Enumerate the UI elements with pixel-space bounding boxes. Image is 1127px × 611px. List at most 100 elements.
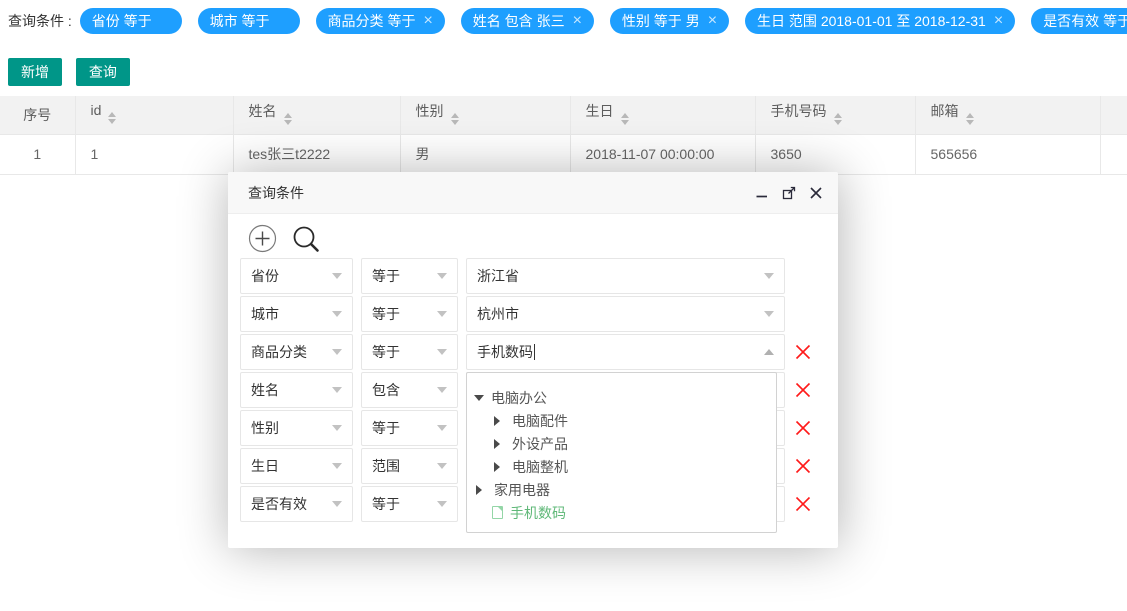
condition-field-select[interactable]: 是否有效 <box>240 486 353 522</box>
condition-operator-select[interactable]: 等于 <box>361 486 458 522</box>
sort-desc-icon[interactable] <box>834 120 842 129</box>
condition-field-select[interactable]: 省份 <box>240 258 353 294</box>
table-cell: 565656 <box>915 134 1100 174</box>
caret-down-icon <box>332 463 342 474</box>
delete-condition-icon[interactable] <box>793 494 813 514</box>
tree-node[interactable]: 家用电器 <box>467 478 776 501</box>
column-header[interactable]: id <box>75 96 233 134</box>
column-header[interactable]: 手机号码 <box>755 96 915 134</box>
condition-field-select[interactable]: 性别 <box>240 410 353 446</box>
dialog-window-controls <box>754 172 824 214</box>
sort-icon[interactable] <box>966 109 974 129</box>
column-header-label: 性别 <box>416 103 444 119</box>
tree-collapsed-icon[interactable] <box>494 439 505 449</box>
filter-tag[interactable]: 城市 等于 <box>198 8 300 34</box>
condition-field-select[interactable]: 商品分类 <box>240 334 353 370</box>
sort-desc-icon[interactable] <box>966 120 974 129</box>
tag-close-icon[interactable]: × <box>423 13 432 29</box>
column-header[interactable]: 生日 <box>570 96 755 134</box>
condition-operator-select[interactable]: 范围 <box>361 448 458 484</box>
add-button[interactable]: 新增 <box>8 58 62 86</box>
condition-operator-select-value: 范围 <box>372 458 400 474</box>
column-header[interactable]: 姓名 <box>233 96 400 134</box>
table-cell: tes张三t2222 <box>233 134 400 174</box>
tree-node[interactable]: 电脑办公 <box>467 386 776 409</box>
table-cell-filler <box>1100 134 1127 174</box>
column-header-label: id <box>91 102 102 118</box>
condition-value-select[interactable]: 浙江省 <box>466 258 785 294</box>
delete-condition-icon[interactable] <box>793 456 813 476</box>
condition-value-input[interactable]: 手机数码 <box>466 334 785 370</box>
tree-node[interactable]: 电脑整机 <box>467 455 776 478</box>
condition-field-select[interactable]: 城市 <box>240 296 353 332</box>
column-header[interactable]: 序号 <box>0 96 75 134</box>
caret-down-icon <box>332 273 342 284</box>
query-button[interactable]: 查询 <box>76 58 130 86</box>
tree-collapsed-icon[interactable] <box>494 462 505 472</box>
sort-asc-icon[interactable] <box>834 109 842 118</box>
sort-asc-icon[interactable] <box>451 109 459 118</box>
sort-asc-icon[interactable] <box>966 109 974 118</box>
sort-icon[interactable] <box>284 109 292 129</box>
tree-node[interactable]: 电脑配件 <box>467 409 776 432</box>
filter-tag-label: 性别 等于 男 <box>622 11 700 31</box>
sort-icon[interactable] <box>451 109 459 129</box>
caret-down-icon <box>437 463 447 474</box>
condition-operator-select[interactable]: 等于 <box>361 296 458 332</box>
tag-close-icon[interactable]: × <box>708 13 717 29</box>
sort-icon[interactable] <box>621 109 629 129</box>
condition-operator-select[interactable]: 包含 <box>361 372 458 408</box>
condition-value-select[interactable]: 杭州市 <box>466 296 785 332</box>
tree-node[interactable]: 手机数码 <box>467 501 776 524</box>
tag-close-icon[interactable]: × <box>994 13 1003 29</box>
delete-condition-icon[interactable] <box>793 380 813 400</box>
condition-field-select-value: 省份 <box>251 268 279 284</box>
condition-operator-select[interactable]: 等于 <box>361 410 458 446</box>
table-row[interactable]: 11tes张三t2222男2018-11-07 00:00:0036505656… <box>0 134 1127 174</box>
minimize-icon[interactable] <box>754 185 770 201</box>
text-cursor <box>534 344 535 360</box>
condition-field-select[interactable]: 姓名 <box>240 372 353 408</box>
condition-operator-select[interactable]: 等于 <box>361 258 458 294</box>
column-header[interactable]: 性别 <box>400 96 570 134</box>
sort-desc-icon[interactable] <box>621 120 629 129</box>
filter-tag[interactable]: 生日 范围 2018-01-01 至 2018-12-31× <box>745 8 1015 34</box>
tag-close-icon[interactable]: × <box>573 13 582 29</box>
maximize-icon[interactable] <box>781 185 797 201</box>
column-header-label: 序号 <box>23 107 51 123</box>
filter-tag-label: 城市 等于 <box>210 11 270 31</box>
tree-expanded-icon[interactable] <box>474 395 484 406</box>
delete-condition-icon[interactable] <box>793 342 813 362</box>
condition-field-select-value: 姓名 <box>251 382 279 398</box>
condition-operator-select[interactable]: 等于 <box>361 334 458 370</box>
tree-collapsed-icon[interactable] <box>476 485 487 495</box>
sort-icon[interactable] <box>834 109 842 129</box>
sort-desc-icon[interactable] <box>451 120 459 129</box>
tree-node[interactable]: 外设产品 <box>467 432 776 455</box>
add-condition-icon[interactable] <box>248 224 277 253</box>
sort-asc-icon[interactable] <box>284 109 292 118</box>
tree-collapsed-icon[interactable] <box>494 416 505 426</box>
dialog-titlebar[interactable]: 查询条件 <box>228 172 838 214</box>
condition-row: 城市等于杭州市 <box>240 296 785 332</box>
sort-icon[interactable] <box>108 108 116 128</box>
condition-field-select[interactable]: 生日 <box>240 448 353 484</box>
filter-tag[interactable]: 商品分类 等于× <box>316 8 445 34</box>
condition-field-select-value: 是否有效 <box>251 496 307 512</box>
sort-asc-icon[interactable] <box>621 109 629 118</box>
filter-tag[interactable]: 姓名 包含 张三× <box>461 8 594 34</box>
sort-desc-icon[interactable] <box>108 119 116 128</box>
caret-down-icon <box>437 349 447 360</box>
sort-desc-icon[interactable] <box>284 120 292 129</box>
sort-asc-icon[interactable] <box>108 108 116 117</box>
file-icon <box>492 506 503 519</box>
delete-condition-icon[interactable] <box>793 418 813 438</box>
column-header[interactable]: 邮箱 <box>915 96 1100 134</box>
condition-value-select-value: 浙江省 <box>477 268 519 284</box>
filter-tag[interactable]: 是否有效 等于 是× <box>1031 8 1127 34</box>
search-icon[interactable] <box>290 224 323 257</box>
filter-tag[interactable]: 性别 等于 男 × <box>610 8 729 34</box>
filter-tag[interactable]: 省份 等于 <box>80 8 182 34</box>
close-icon[interactable] <box>808 185 824 201</box>
condition-operator-select-value: 等于 <box>372 268 400 284</box>
